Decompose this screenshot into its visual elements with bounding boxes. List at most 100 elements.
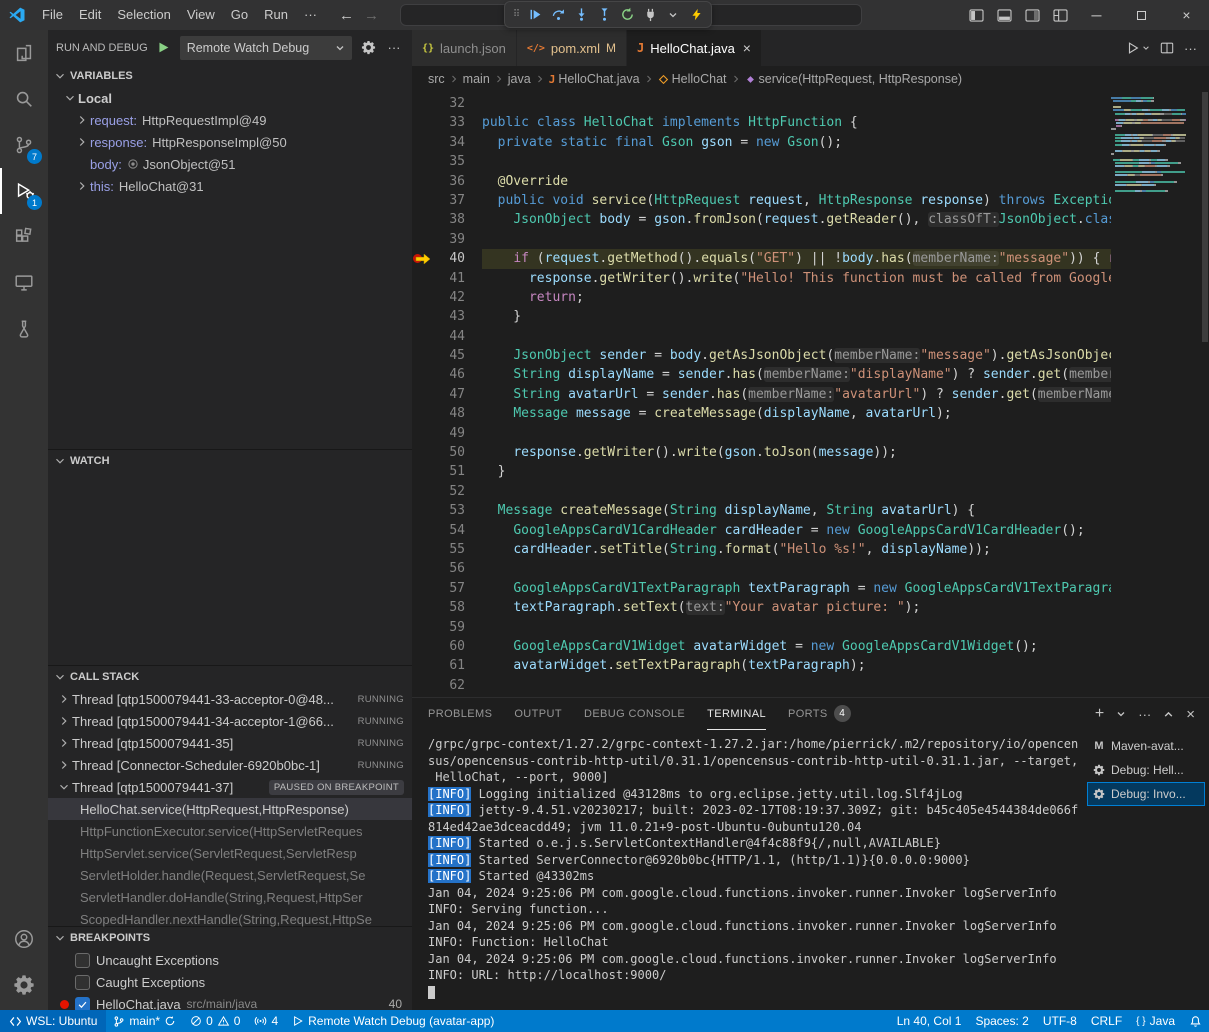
- breakpoint-row[interactable]: Uncaught Exceptions: [48, 949, 412, 971]
- toggle-sidebar-icon[interactable]: [962, 0, 990, 30]
- line-number[interactable]: 47: [434, 385, 465, 404]
- menu-file[interactable]: File: [34, 4, 71, 26]
- editor-gutter[interactable]: 42: [412, 288, 482, 307]
- editor-gutter[interactable]: 58: [412, 598, 482, 617]
- editor-gutter[interactable]: 52: [412, 482, 482, 501]
- code-line[interactable]: 60 GoogleAppsCardV1Widget avatarWidget =…: [412, 637, 1111, 656]
- line-number[interactable]: 42: [434, 288, 465, 307]
- editor-gutter[interactable]: 39: [412, 230, 482, 249]
- line-number[interactable]: 44: [434, 327, 465, 346]
- line-number[interactable]: 38: [434, 210, 465, 229]
- line-number[interactable]: 53: [434, 501, 465, 520]
- line-number[interactable]: 37: [434, 191, 465, 210]
- breakpoint-row[interactable]: Caught Exceptions: [48, 971, 412, 993]
- toolbar-grip-icon[interactable]: ⠿: [509, 9, 523, 20]
- editor-gutter[interactable]: 40: [412, 249, 482, 268]
- code-line[interactable]: 42 return;: [412, 288, 1111, 307]
- editor-gutter[interactable]: 61: [412, 656, 482, 675]
- menu-[interactable]: ···: [296, 4, 325, 26]
- terminal-dropdown-chevron-icon[interactable]: [1116, 709, 1126, 719]
- line-number[interactable]: 56: [434, 559, 465, 578]
- nav-forward-icon[interactable]: →: [364, 7, 379, 24]
- line-number[interactable]: 36: [434, 172, 465, 191]
- variables-scope-row[interactable]: Local: [48, 87, 412, 109]
- debug-step-out-button[interactable]: [593, 4, 615, 26]
- variable-row[interactable]: request:HttpRequestImpl@49: [48, 109, 412, 131]
- call-stack-thread-row[interactable]: Thread [qtp1500079441-33-acceptor-0@48..…: [48, 688, 412, 710]
- variable-row[interactable]: this:HelloChat@31: [48, 175, 412, 197]
- code-line[interactable]: 48 Message message = createMessage(displ…: [412, 404, 1111, 423]
- call-stack-thread-row[interactable]: Thread [qtp1500079441-37]PAUSED ON BREAK…: [48, 776, 412, 798]
- call-stack-frame-row[interactable]: HelloChat.service(HttpRequest,HttpRespon…: [48, 798, 412, 820]
- line-number[interactable]: 49: [434, 424, 465, 443]
- breakpoints-header[interactable]: BREAKPOINTS: [48, 927, 412, 949]
- editor-gutter[interactable]: 51: [412, 462, 482, 481]
- editor-gutter[interactable]: 37: [412, 191, 482, 210]
- search-icon[interactable]: [0, 76, 48, 122]
- editor-gutter[interactable]: 35: [412, 152, 482, 171]
- start-debug-icon[interactable]: [154, 38, 174, 58]
- editor-gutter[interactable]: 46: [412, 365, 482, 384]
- code-line[interactable]: 55 cardHeader.setTitle(String.format("He…: [412, 540, 1111, 559]
- panel-tab-debug-console[interactable]: DEBUG CONSOLE: [584, 698, 685, 730]
- editor-gutter[interactable]: 47: [412, 385, 482, 404]
- minimap[interactable]: [1111, 94, 1201, 697]
- line-number[interactable]: 55: [434, 540, 465, 559]
- editor-gutter[interactable]: 38: [412, 210, 482, 229]
- git-branch-indicator[interactable]: main*: [106, 1010, 183, 1032]
- editor-gutter[interactable]: 41: [412, 269, 482, 288]
- editor-gutter[interactable]: 55: [412, 540, 482, 559]
- run-and-debug-icon[interactable]: 1: [0, 168, 48, 214]
- debug-step-over-button[interactable]: [547, 4, 569, 26]
- tab-hellochat-java[interactable]: JHelloChat.java×: [627, 30, 762, 66]
- call-stack-frame-row[interactable]: HttpFunctionExecutor.service(HttpServlet…: [48, 820, 412, 842]
- split-editor-icon[interactable]: [1160, 41, 1174, 55]
- line-number[interactable]: 51: [434, 462, 465, 481]
- minimize-button[interactable]: ─: [1074, 0, 1119, 30]
- breadcrumb-item[interactable]: src: [428, 72, 445, 86]
- code-editor[interactable]: 3233public class HelloChat implements Ht…: [412, 92, 1209, 697]
- call-stack-frame-row[interactable]: ServletHandler.doHandle(String,Request,H…: [48, 886, 412, 908]
- editor-gutter[interactable]: 33: [412, 113, 482, 132]
- problems-indicator[interactable]: 0 0: [183, 1010, 247, 1032]
- code-line[interactable]: 61 avatarWidget.setTextParagraph(textPar…: [412, 656, 1111, 675]
- close-tab-icon[interactable]: ×: [743, 40, 751, 56]
- editor-gutter[interactable]: 54: [412, 521, 482, 540]
- watch-header[interactable]: WATCH: [48, 450, 412, 472]
- notifications-bell-icon[interactable]: [1182, 1010, 1209, 1032]
- panel-more-actions-icon[interactable]: ···: [1138, 707, 1151, 722]
- menu-view[interactable]: View: [179, 4, 223, 26]
- maximize-panel-icon[interactable]: [1163, 709, 1174, 720]
- call-stack-header[interactable]: CALL STACK: [48, 666, 412, 688]
- debug-status[interactable]: Remote Watch Debug (avatar-app): [285, 1010, 501, 1032]
- line-number[interactable]: 62: [434, 676, 465, 695]
- breadcrumb-item[interactable]: JHelloChat.java: [549, 72, 640, 86]
- variables-header[interactable]: VARIABLES: [48, 65, 412, 87]
- views-more-actions-icon[interactable]: ···: [384, 38, 404, 58]
- nav-back-icon[interactable]: ←: [339, 7, 354, 24]
- customize-layout-icon[interactable]: [1046, 0, 1074, 30]
- code-line[interactable]: 38 JsonObject body = gson.fromJson(reque…: [412, 210, 1111, 229]
- code-line[interactable]: 57 GoogleAppsCardV1TextParagraph textPar…: [412, 579, 1111, 598]
- editor-gutter[interactable]: 45: [412, 346, 482, 365]
- line-number[interactable]: 58: [434, 598, 465, 617]
- language-mode[interactable]: { } Java: [1129, 1010, 1182, 1032]
- new-terminal-button[interactable]: +: [1095, 705, 1104, 723]
- debug-disconnect-button[interactable]: [639, 4, 661, 26]
- code-line[interactable]: 56: [412, 559, 1111, 578]
- editor-gutter[interactable]: 43: [412, 307, 482, 326]
- eol-setting[interactable]: CRLF: [1084, 1010, 1129, 1032]
- terminal-list-item[interactable]: Debug: Hell...: [1087, 758, 1205, 782]
- disconnect-dropdown-chevron-icon[interactable]: [662, 4, 684, 26]
- line-number[interactable]: 33: [434, 113, 465, 132]
- code-line[interactable]: 62: [412, 676, 1111, 695]
- encoding-setting[interactable]: UTF-8: [1036, 1010, 1084, 1032]
- editor-gutter[interactable]: 59: [412, 618, 482, 637]
- remote-explorer-icon[interactable]: [0, 260, 48, 306]
- code-line[interactable]: 33public class HelloChat implements Http…: [412, 113, 1111, 132]
- line-number[interactable]: 60: [434, 637, 465, 656]
- code-line[interactable]: 44: [412, 327, 1111, 346]
- editor-gutter[interactable]: 48: [412, 404, 482, 423]
- code-line[interactable]: 32: [412, 94, 1111, 113]
- editor-gutter[interactable]: 32: [412, 94, 482, 113]
